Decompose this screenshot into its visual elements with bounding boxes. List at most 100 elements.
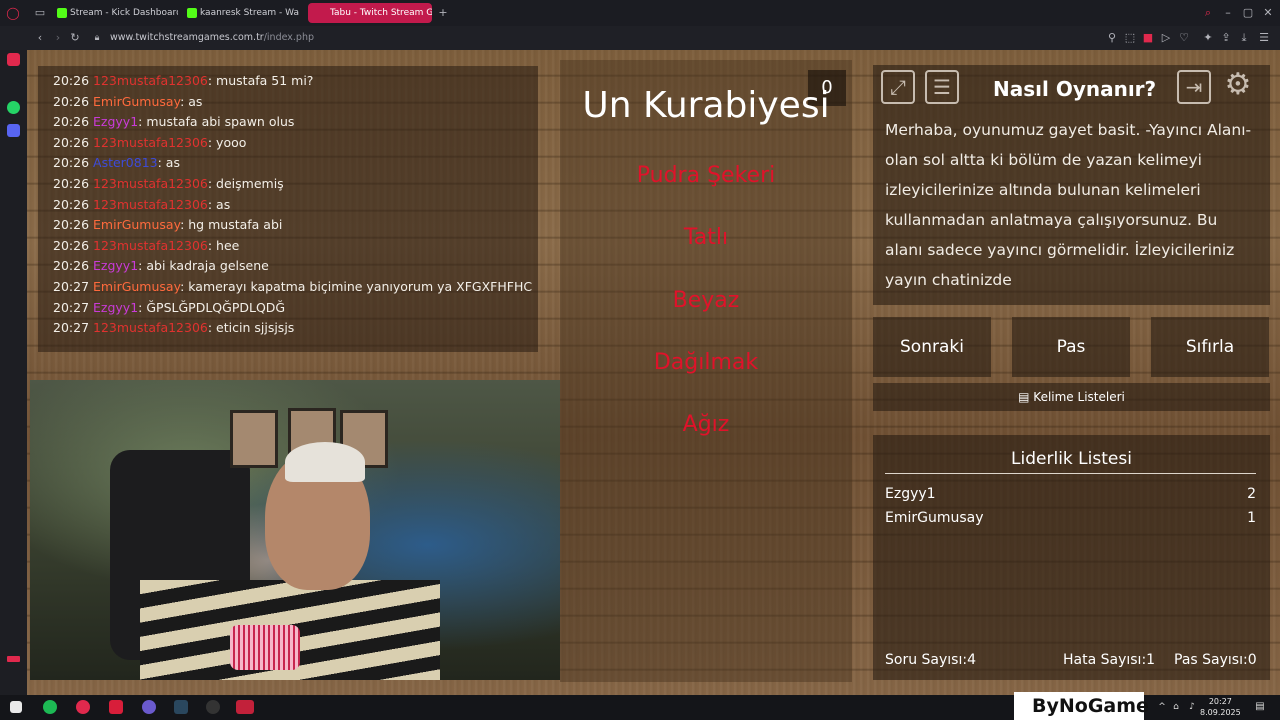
windows-start-icon[interactable] [10,701,22,713]
url-path: /index.php [263,32,315,43]
opera-logo-icon[interactable]: ◯ [5,5,21,21]
chat-time: 20:26 [53,176,90,191]
spotify-icon[interactable] [43,700,57,714]
close-icon[interactable]: ✕ [1260,5,1276,21]
how-to-play-panel: ⤢ ☰ Nasıl Oynanır? ⇥ ⚙ Merhaba, oyunumuz… [873,65,1270,305]
chat-username[interactable]: 123mustafa12306 [93,73,208,88]
chat-username[interactable]: Ezgyy1 [93,258,138,273]
url-field[interactable]: www.twitchstreamgames.com.tr/index.php [110,26,314,50]
logout-icon[interactable]: ⇥ [1177,70,1211,104]
extensions-icon[interactable]: ✦ [1200,30,1216,46]
chat-username[interactable]: Ezgyy1 [93,114,138,129]
chat-username[interactable]: EmirGumusay [93,94,180,109]
snapshot-icon[interactable]: ⬚ [1122,30,1138,46]
tab-tabu[interactable]: Tabu - Twitch Stream Gar [308,3,432,23]
how-to-play-title: Nasıl Oynanır? [993,77,1157,101]
minimize-icon[interactable]: – [1220,5,1236,21]
chat-time: 20:26 [53,155,90,171]
bag-icon[interactable] [7,53,20,66]
forbidden-word: Pudra Şekeri [636,163,776,188]
how-to-play-text: Merhaba, oyunumuz gayet basit. -Yayıncı … [885,121,1252,289]
system-clock[interactable]: 20:27 8.09.2025 [1200,696,1241,718]
chat-text: : mustafa abi spawn olus [138,114,295,130]
network-icon[interactable]: ⌂ [1168,699,1184,715]
lock-icon: 🔒︎ [94,33,100,43]
kick-favicon-icon [57,8,67,18]
chat-username[interactable]: 123mustafa12306 [93,320,208,335]
pass-button[interactable]: Pas [1012,317,1130,377]
player-score: 1 [1247,510,1256,526]
target-word: Un Kurabiyesi [582,85,830,126]
tab-kick-dashboard[interactable]: Stream - Kick Dashboard [52,3,178,23]
reload-icon[interactable]: ↻ [67,30,83,46]
search-icon[interactable]: ⌕ [1200,5,1216,21]
player-name: EmirGumusay [885,510,984,526]
chat-time: 20:26 [53,93,90,109]
webcam-feed [30,380,560,680]
chat-username[interactable]: Ezgyy1 [93,300,138,315]
question-count: Soru Sayısı:4 [885,652,976,668]
chat-text: : abi kadraja gelsene [138,258,269,274]
chat-text: : kamerayı kapatma biçimine yanıyorum ya… [180,279,533,294]
notification-icon[interactable]: ▤ [1252,699,1268,715]
error-count: Hata Sayısı:1 [1063,652,1155,668]
tab-kaanresk-stream[interactable]: kaanresk Stream - Wa [182,3,302,23]
menu-icon[interactable]: ☰ [1256,30,1272,46]
player-icon[interactable]: ▷ [1158,30,1174,46]
clock-time: 20:27 [1208,697,1232,706]
chat-text: : as [180,93,203,109]
chat-text: : eticin sjjsjsjs [207,320,295,336]
opera-icon[interactable] [76,700,90,714]
pin-icon[interactable]: ⚲ [1104,30,1120,46]
gear-icon[interactable]: ⚙ [1221,70,1255,104]
heart-icon[interactable]: ♡ [1176,30,1192,46]
forbidden-word: Beyaz [672,288,740,313]
clock-date: 8.09.2025 [1200,708,1241,717]
chat-username[interactable]: EmirGumusay [93,279,180,294]
kick-favicon-icon [187,8,197,18]
chat-time: 20:26 [53,237,90,253]
steam-icon[interactable] [174,700,188,714]
chat-username[interactable]: 123mustafa12306 [93,176,208,191]
shield-icon[interactable]: ■ [1140,30,1156,46]
next-button[interactable]: Sonraki [873,317,991,377]
share-icon[interactable]: ⇪ [1218,30,1234,46]
reset-button[interactable]: Sıfırla [1151,317,1269,377]
meter-app-icon[interactable] [236,700,254,714]
chat-username[interactable]: 123mustafa12306 [93,135,208,150]
chat-time: 20:27 [53,279,90,294]
chat-username[interactable]: 123mustafa12306 [93,197,208,212]
chat-text: : deişmemiş [207,176,284,191]
chat-text: : as [207,196,231,212]
chat-message: 20:26 123mustafa12306: deişmemiş [53,176,284,191]
word-lists-button[interactable]: ▤ Kelime Listeleri [873,383,1270,411]
browser-sidebar [0,50,27,695]
microphone [230,625,300,670]
chat-username[interactable]: EmirGumusay [93,217,180,232]
download-icon[interactable]: ⤓ [1236,30,1252,46]
pass-count: Pas Sayısı:0 [1174,652,1257,668]
chat-username[interactable]: 123mustafa12306 [93,238,208,253]
leaderboard-row: Ezgyy1 2 [885,486,1256,502]
fullscreen-icon[interactable]: ⤢ [881,70,915,104]
obs-icon[interactable] [206,700,220,714]
gx-icon[interactable] [7,656,20,662]
chat-text: : hee [207,237,240,253]
forward-icon[interactable]: › [50,30,66,46]
workspace-icon[interactable]: ▭ [32,5,48,21]
chat-username[interactable]: Aster0813 [93,155,158,170]
new-tab-icon[interactable]: + [435,5,451,21]
back-icon[interactable]: ‹ [32,30,48,46]
word-card: 0 Un Kurabiyesi Pudra Şekeri Tatlı Beyaz… [560,60,852,682]
discord-taskbar-icon[interactable] [142,700,156,714]
chat-time: 20:26 [53,196,90,212]
error-count-label: Hata Sayısı: [1063,652,1147,668]
discord-icon[interactable] [7,124,20,137]
whatsapp-icon[interactable] [7,101,20,114]
app-icon[interactable] [109,700,123,714]
maximize-icon[interactable]: ▢ [1240,5,1256,21]
chat-time: 20:26 [53,134,90,150]
chat-time: 20:27 [53,299,90,315]
volume-icon[interactable]: ♪ [1184,699,1200,715]
document-icon[interactable]: ☰ [925,70,959,104]
